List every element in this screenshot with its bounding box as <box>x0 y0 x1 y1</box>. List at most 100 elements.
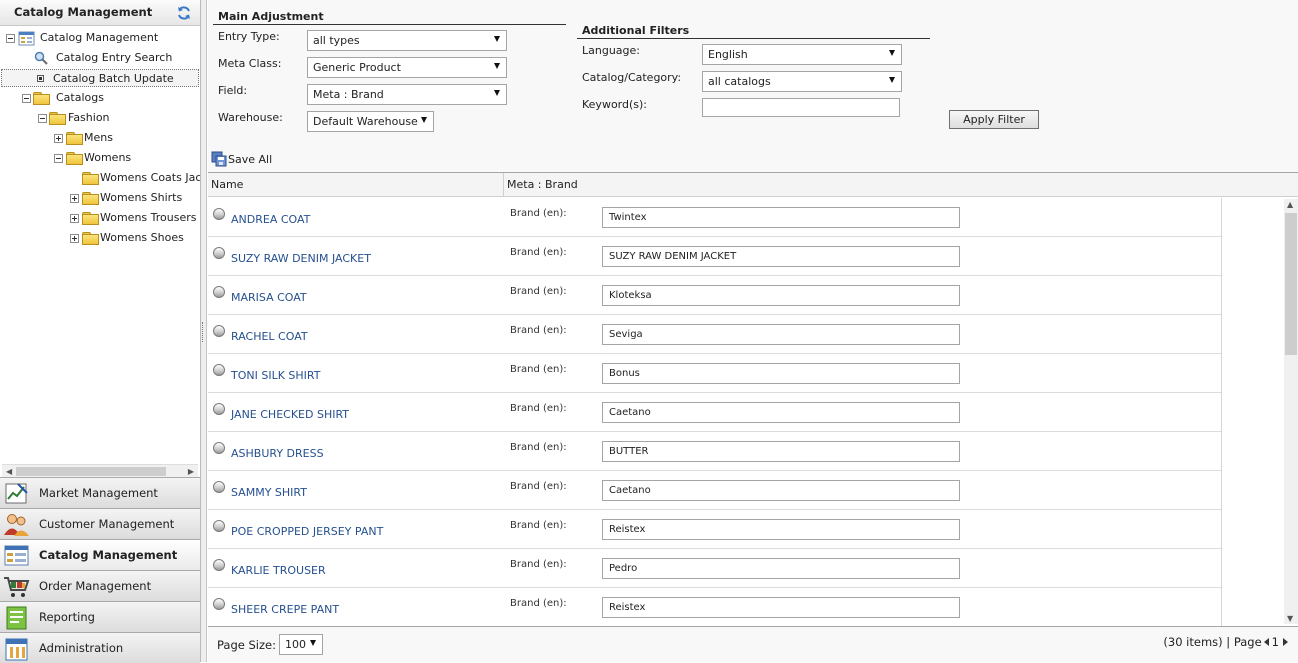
nav-catalog-management[interactable]: Catalog Management <box>0 539 200 570</box>
scroll-left-icon[interactable]: ◀ <box>6 467 12 476</box>
catalog-icon <box>4 545 29 566</box>
product-name-link[interactable]: RACHEL COAT <box>231 330 308 343</box>
table-row: SAMMY SHIRT Brand (en): Caetano <box>208 471 1221 510</box>
catalog-management-icon <box>18 31 35 46</box>
scrollbar-thumb[interactable] <box>16 467 166 476</box>
splitter-grip-icon[interactable] <box>202 322 205 342</box>
entry-type-label: Entry Type: <box>218 30 280 43</box>
tree-node-label: Catalog Batch Update <box>53 72 174 85</box>
tree-node-womens-shirts[interactable]: Womens Shirts <box>70 189 198 207</box>
product-name-link[interactable]: TONI SILK SHIRT <box>231 369 320 382</box>
table-row: KARLIE TROUSER Brand (en): Pedro <box>208 549 1221 588</box>
nav-reporting[interactable]: Reporting <box>0 601 200 632</box>
nav-administration[interactable]: Administration <box>0 632 200 663</box>
tree-node-fashion[interactable]: Fashion <box>38 109 198 127</box>
product-name-link[interactable]: POE CROPPED JERSEY PANT <box>231 525 383 538</box>
tree-node-catalog-management[interactable]: Catalog Management <box>6 29 196 47</box>
expand-icon[interactable] <box>70 194 79 203</box>
dropdown-arrow-icon <box>889 50 895 56</box>
module-navigation: Market Management Customer Management Ca… <box>0 477 200 663</box>
nav-label: Customer Management <box>39 517 175 531</box>
expand-icon[interactable] <box>54 134 63 143</box>
collapse-icon[interactable] <box>22 94 31 103</box>
product-name-link[interactable]: MARISA COAT <box>231 291 307 304</box>
product-name-link[interactable]: KARLIE TROUSER <box>231 564 326 577</box>
expand-icon[interactable] <box>70 214 79 223</box>
scroll-right-icon[interactable]: ▶ <box>188 467 194 476</box>
brand-field-label: Brand (en): <box>510 598 567 609</box>
tree-node-catalog-batch-update[interactable]: Catalog Batch Update <box>1 69 199 87</box>
product-name-link[interactable]: JANE CHECKED SHIRT <box>231 408 349 421</box>
column-separator[interactable] <box>503 173 504 197</box>
product-name-link[interactable]: ANDREA COAT <box>231 213 310 226</box>
product-name-link[interactable]: ASHBURY DRESS <box>231 447 324 460</box>
previous-page-icon[interactable] <box>1263 638 1269 646</box>
nav-customer-management[interactable]: Customer Management <box>0 508 200 539</box>
next-page-icon[interactable] <box>1283 638 1288 646</box>
apply-filter-button[interactable]: Apply Filter <box>949 110 1039 129</box>
entry-type-value: all types <box>313 34 360 47</box>
dropdown-arrow-icon <box>889 77 895 83</box>
brand-input[interactable]: Kloteksa <box>602 285 960 306</box>
brand-field-label: Brand (en): <box>510 559 567 570</box>
entry-type-select[interactable]: all types <box>307 30 507 51</box>
column-header-meta-brand[interactable]: Meta : Brand <box>507 178 578 191</box>
grid-vertical-scrollbar[interactable]: ▲ ▼ <box>1284 199 1298 624</box>
meta-class-value: Generic Product <box>313 61 401 74</box>
nav-order-management[interactable]: Order Management <box>0 570 200 601</box>
panel-splitter[interactable] <box>201 0 207 662</box>
tree-node-label: Catalog Management <box>40 31 159 44</box>
language-select[interactable]: English <box>702 44 902 65</box>
warehouse-select[interactable]: Default Warehouse <box>307 111 434 132</box>
tree-node-catalog-entry-search[interactable]: Catalog Entry Search <box>34 49 194 67</box>
brand-input[interactable]: Bonus <box>602 363 960 384</box>
catalog-category-label: Catalog/Category: <box>582 71 682 84</box>
collapse-icon[interactable] <box>6 34 15 43</box>
scroll-down-icon[interactable]: ▼ <box>1287 614 1293 623</box>
scrollbar-thumb[interactable] <box>1285 213 1297 355</box>
nav-label: Administration <box>39 641 124 655</box>
field-label: Field: <box>218 84 248 97</box>
brand-input[interactable]: Reistex <box>602 519 960 540</box>
refresh-icon[interactable] <box>176 5 192 21</box>
tree-node-mens[interactable]: Mens <box>54 129 194 147</box>
brand-field-label: Brand (en): <box>510 325 567 336</box>
catalog-category-select[interactable]: all catalogs <box>702 71 902 92</box>
brand-input[interactable]: Pedro <box>602 558 960 579</box>
page-size-select[interactable]: 100 <box>279 634 323 655</box>
meta-class-select[interactable]: Generic Product <box>307 57 507 78</box>
table-row: JANE CHECKED SHIRT Brand (en): Caetano <box>208 393 1221 432</box>
tree-node-womens-trousers[interactable]: Womens Trousers <box>70 209 198 227</box>
column-header-name[interactable]: Name <box>211 178 243 191</box>
save-all-icon[interactable] <box>211 151 227 167</box>
brand-input[interactable]: Seviga <box>602 324 960 345</box>
product-name-link[interactable]: SUZY RAW DENIM JACKET <box>231 252 371 265</box>
brand-input[interactable]: Caetano <box>602 402 960 423</box>
collapse-icon[interactable] <box>54 154 63 163</box>
product-name-link[interactable]: SAMMY SHIRT <box>231 486 307 499</box>
field-select[interactable]: Meta : Brand <box>307 84 507 105</box>
keywords-input[interactable] <box>702 98 900 117</box>
brand-input[interactable]: Reistex <box>602 597 960 618</box>
brand-input[interactable]: Caetano <box>602 480 960 501</box>
expand-icon[interactable] <box>70 234 79 243</box>
brand-field-label: Brand (en): <box>510 286 567 297</box>
tree-node-womens-shoes[interactable]: Womens Shoes <box>70 229 198 247</box>
tree-node-womens[interactable]: Womens <box>54 149 194 167</box>
product-icon <box>213 403 225 415</box>
scroll-up-icon[interactable]: ▲ <box>1287 200 1293 209</box>
save-all-button[interactable]: Save All <box>228 153 272 166</box>
tree-horizontal-scrollbar[interactable]: ◀ ▶ <box>2 464 198 477</box>
product-name-link[interactable]: SHEER CREPE PANT <box>231 603 339 616</box>
brand-input[interactable]: Twintex <box>602 207 960 228</box>
tree-node-catalogs[interactable]: Catalogs <box>22 89 192 107</box>
language-value: English <box>708 48 748 61</box>
brand-input[interactable]: SUZY RAW DENIM JACKET <box>602 246 960 267</box>
meta-class-label: Meta Class: <box>218 57 282 70</box>
folder-icon <box>66 132 83 145</box>
nav-market-management[interactable]: Market Management <box>0 477 200 508</box>
table-row: ASHBURY DRESS Brand (en): BUTTER <box>208 432 1221 471</box>
tree-node-womens-coats[interactable]: Womens Coats Jacl <box>70 169 200 187</box>
collapse-icon[interactable] <box>38 114 47 123</box>
brand-input[interactable]: BUTTER <box>602 441 960 462</box>
